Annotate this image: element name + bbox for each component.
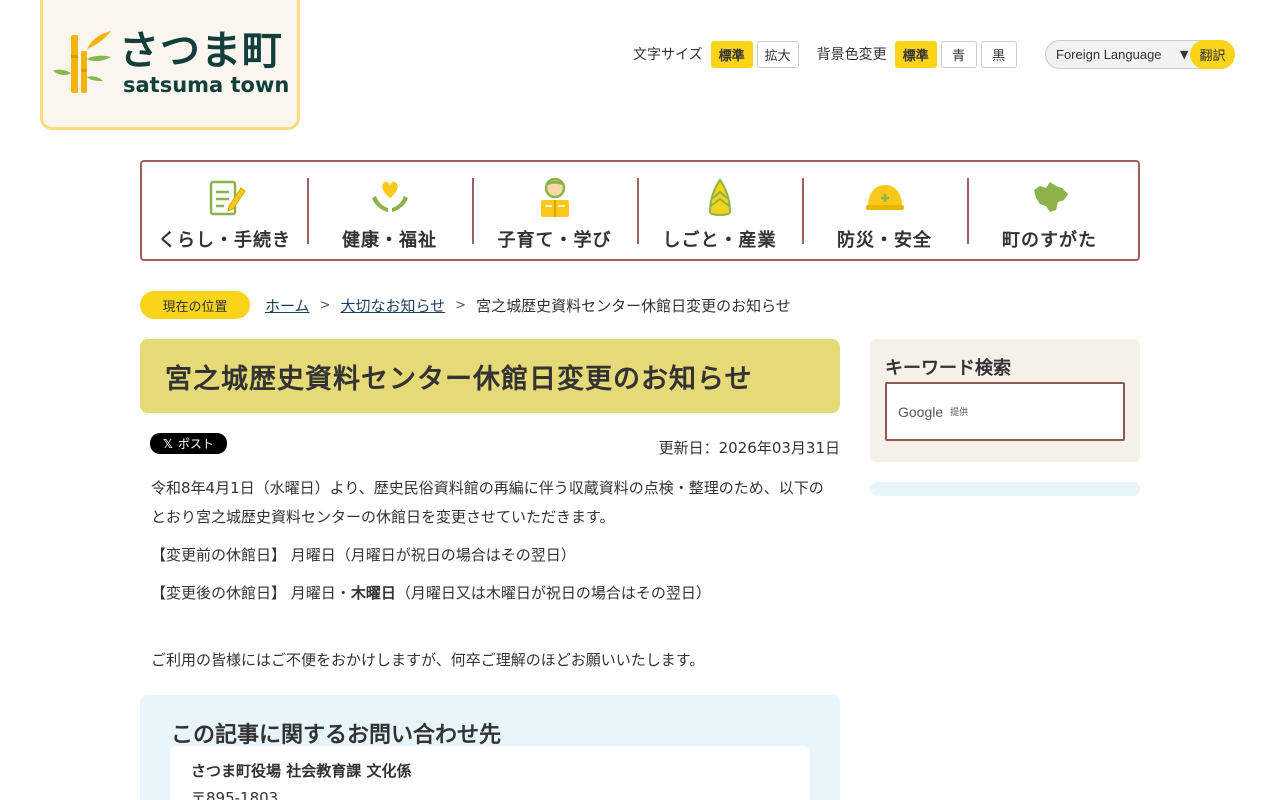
updated-date: 更新日：2026年03月31日	[658, 439, 840, 457]
chevron-right-icon: >	[319, 297, 331, 313]
font-size-large-button[interactable]: 拡大	[756, 40, 799, 68]
breadcrumb-current: 宮之城歴史資料センター休館日変更のお知らせ	[476, 296, 791, 315]
x-post-label: ポスト	[177, 437, 214, 451]
bamboo-shoot-icon	[708, 178, 731, 216]
x-post-button[interactable]: 𝕏 ポスト	[150, 433, 227, 454]
bamboo-logo-icon	[53, 31, 111, 93]
helmet-icon	[865, 185, 904, 210]
article-body: 令和8年4月1日（水曜日）より、歴史民俗資料館の再編に伴う収蔵資料の点検・整理の…	[151, 474, 836, 684]
nav-item-town[interactable]: 町のすがた	[967, 162, 1132, 259]
article-paragraph-before: 【変更前の休館日】 月曜日（月曜日が祝日の場合はその翌日）	[151, 541, 836, 570]
breadcrumb-home-link[interactable]: ホーム	[265, 295, 310, 316]
nav-label-living: くらし・手続き	[158, 230, 291, 251]
before-label: 【変更前の休館日】	[151, 546, 287, 564]
breadcrumb: 現在の位置 ホーム > 大切なお知らせ > 宮之城歴史資料センター休館日変更のお…	[140, 291, 791, 319]
bg-standard-button[interactable]: 標準	[894, 40, 937, 68]
nav-label-health: 健康・福祉	[342, 230, 437, 251]
after-text-2: （月曜日又は木曜日が祝日の場合はその翌日）	[395, 584, 711, 602]
nav-item-living[interactable]: くらし・手続き	[142, 162, 307, 259]
google-provided-label: 提供	[950, 408, 969, 418]
nav-item-health[interactable]: 健康・福祉	[307, 162, 472, 259]
translate-button[interactable]: 翻訳	[1190, 40, 1235, 69]
nav-label-work: しごと・産業	[662, 230, 777, 251]
contact-card: さつま町役場 社会教育課 文化係 〒895-1803	[170, 746, 810, 800]
contact-heading: この記事に関するお問い合わせ先	[171, 723, 502, 748]
logo-english: satsuma town	[123, 73, 290, 97]
before-text: 月曜日（月曜日が祝日の場合はその翌日）	[290, 546, 576, 564]
site-logo[interactable]: さつま町 satsuma town	[40, 0, 300, 130]
after-text-bold: 木曜日	[350, 584, 396, 602]
article-paragraph-intro: 令和8年4月1日（水曜日）より、歴史民俗資料館の再編に伴う収蔵資料の点検・整理の…	[151, 479, 824, 526]
sidebar-panel	[870, 482, 1140, 496]
after-text-1: 月曜日・	[290, 584, 351, 602]
nav-item-safety[interactable]: 防災・安全	[802, 162, 967, 259]
child-reading-icon	[540, 177, 569, 217]
page-title-box: 宮之城歴史資料センター休館日変更のお知らせ	[140, 339, 840, 413]
language-selector[interactable]: Foreign Language ▼ 翻訳	[1045, 40, 1235, 69]
nav-label-safety: 防災・安全	[837, 230, 932, 251]
article-paragraph-closing: ご利用の皆様にはご不便をおかけしますが、何卒ご理解のほどお願いいたします。	[151, 651, 705, 669]
language-select-label[interactable]: Foreign Language	[1046, 47, 1192, 62]
search-input[interactable]: Google 提供	[885, 382, 1125, 441]
contact-org: さつま町役場 社会教育課 文化係	[191, 762, 412, 780]
font-size-standard-button[interactable]: 標準	[710, 40, 753, 68]
nav-item-work[interactable]: しごと・産業	[637, 162, 802, 259]
article-paragraph-after: 【変更後の休館日】 月曜日・木曜日（月曜日又は木曜日が祝日の場合はその翌日）	[151, 579, 836, 608]
contact-section: この記事に関するお問い合わせ先 さつま町役場 社会教育課 文化係 〒895-18…	[140, 695, 840, 800]
contact-zip: 〒895-1803	[191, 789, 279, 800]
chevron-right-icon: >	[455, 297, 467, 313]
heart-hands-icon	[371, 181, 408, 212]
font-size-label: 文字サイズ	[633, 47, 703, 63]
bg-black-button[interactable]: 黒	[980, 40, 1017, 68]
logo-japanese: さつま町	[119, 28, 283, 74]
google-brand: Google	[898, 403, 944, 420]
nav-label-childcare: 子育て・学び	[497, 230, 612, 251]
accessibility-tools: 文字サイズ 標準 拡大 背景色変更 標準 青 黒	[633, 40, 1021, 68]
breadcrumb-parent-link[interactable]: 大切なお知らせ	[340, 295, 445, 316]
chevron-down-icon: ▼	[1180, 48, 1189, 61]
breadcrumb-badge: 現在の位置	[140, 291, 250, 319]
document-pen-icon	[209, 180, 246, 216]
search-heading: キーワード検索	[885, 358, 1011, 379]
x-logo-icon: 𝕏	[163, 436, 173, 451]
nav-label-town: 町のすがた	[1002, 230, 1097, 251]
town-map-icon	[1033, 182, 1068, 212]
nav-item-childcare[interactable]: 子育て・学び	[472, 162, 637, 259]
bg-color-label: 背景色変更	[816, 47, 887, 63]
bg-blue-button[interactable]: 青	[940, 40, 977, 68]
page-title: 宮之城歴史資料センター休館日変更のお知らせ	[165, 363, 753, 395]
global-nav: くらし・手続き 健康・福祉 子育て・学び しごと・産業 防災・安全 町のすがた	[140, 160, 1140, 261]
after-label: 【変更後の休館日】	[151, 584, 287, 602]
keyword-search-panel: キーワード検索 Google 提供	[870, 339, 1140, 462]
